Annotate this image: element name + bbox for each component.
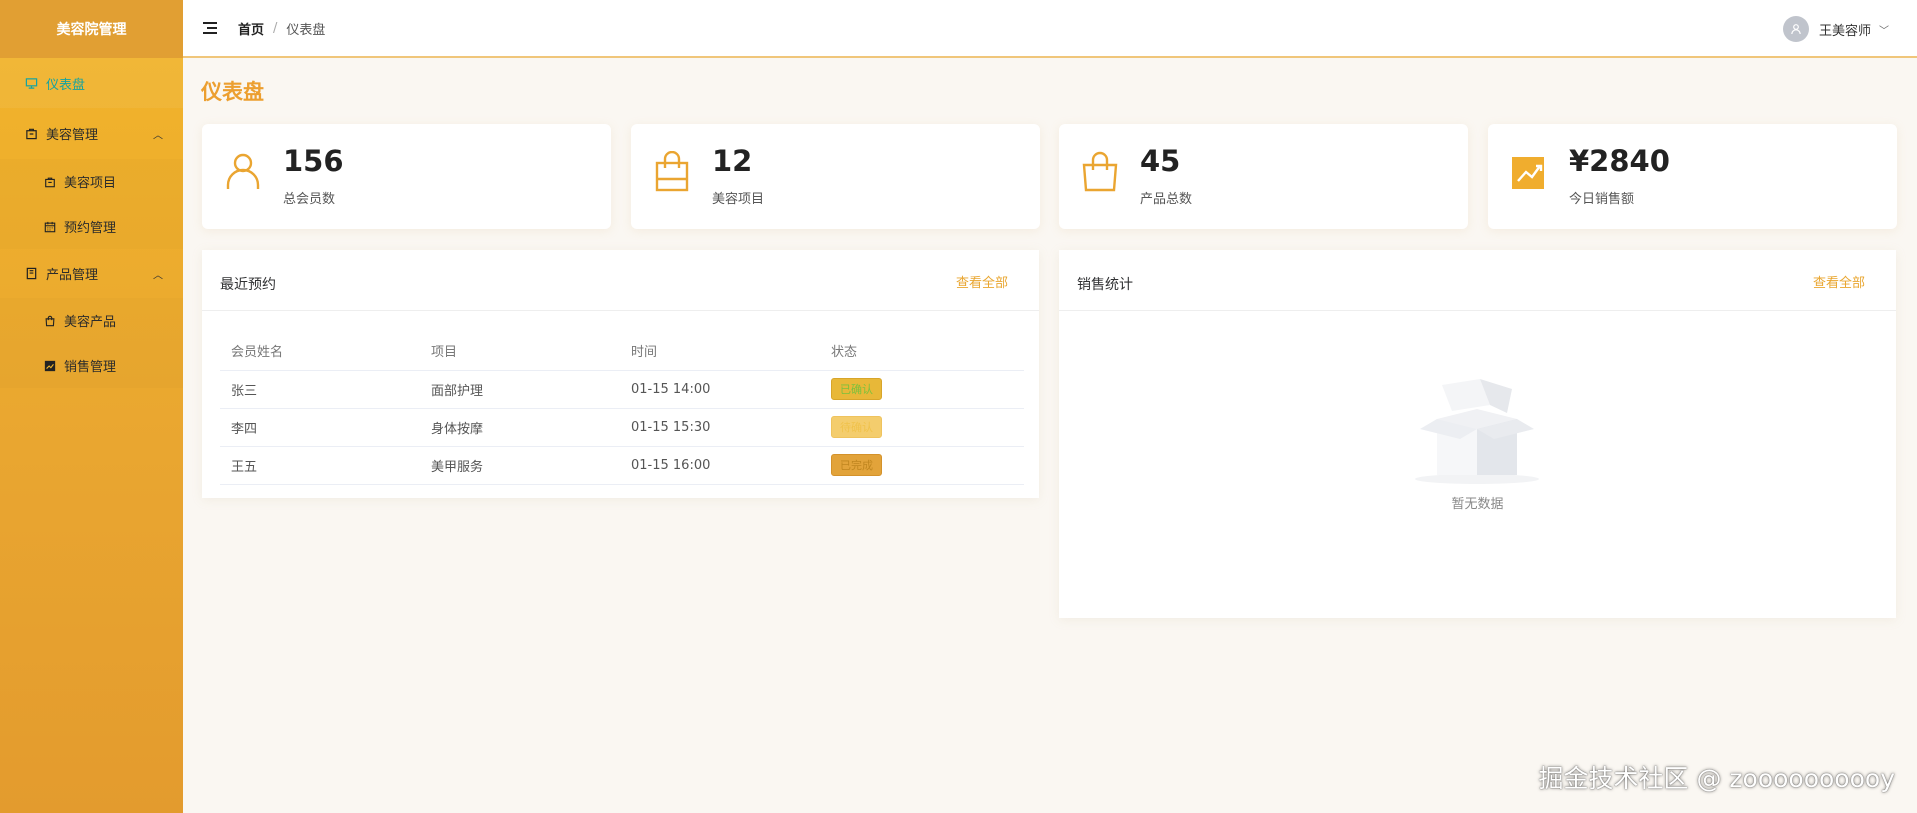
empty-state-text: 暂无数据 (1451, 497, 1504, 512)
sidebar-item-dashboard[interactable]: 仪表盘 (0, 58, 183, 108)
user-icon (226, 153, 260, 189)
status-badge: 待确认 (831, 416, 882, 438)
appointments-table: 会员姓名 项目 时间 状态 张三 面部护理 01-15 14:00 已确认 李四… (220, 332, 1024, 485)
shopping-bag-icon (43, 314, 57, 328)
trend-chart-icon (43, 359, 57, 373)
status-badge: 已确认 (831, 378, 882, 400)
bag-icon (655, 151, 689, 192)
stat-value: 45 (1140, 144, 1181, 178)
user-dropdown[interactable]: 王美容师 ﹀ (1782, 16, 1889, 42)
stat-label: 总会员数 (283, 192, 336, 207)
notebook-icon (24, 267, 38, 281)
sidebar-item-beauty-products[interactable]: 美容产品 (0, 298, 183, 343)
panel-title: 销售统计 (1077, 277, 1133, 293)
sidebar: 美容院管理 仪表盘 美容管理 ︿ 美容项目 预约管理 产品管理 ︿ 美容产品 销… (0, 0, 183, 813)
panel-header: 销售统计 查看全部 (1059, 250, 1896, 311)
column-header: 状态 (820, 332, 1024, 371)
monitor-icon (24, 76, 38, 90)
sidebar-item-appointments[interactable]: 预约管理 (0, 204, 183, 249)
sidebar-item-label: 销售管理 (64, 360, 117, 375)
submenu-beauty: 美容项目 预约管理 (0, 159, 183, 249)
column-header: 项目 (420, 332, 620, 371)
sales-stats-panel: 销售统计 查看全部 暂无数据 (1059, 250, 1896, 618)
chevron-up-icon: ︿ (153, 130, 163, 141)
user-name: 王美容师 (1818, 23, 1871, 39)
sidebar-item-sales[interactable]: 销售管理 (0, 343, 183, 388)
sidebar-menu: 仪表盘 美容管理 ︿ 美容项目 预约管理 产品管理 ︿ 美容产品 销售管理 (0, 58, 183, 388)
calendar-icon (43, 220, 57, 234)
stat-card-projects: 12 美容项目 (631, 124, 1040, 229)
column-header: 会员姓名 (220, 332, 420, 371)
stat-label: 产品总数 (1140, 192, 1193, 207)
sidebar-item-beauty-projects[interactable]: 美容项目 (0, 159, 183, 204)
sidebar-item-label: 美容项目 (64, 176, 117, 191)
trend-chart-icon (1512, 157, 1544, 189)
menu-toggle-icon[interactable] (203, 20, 219, 36)
panel-title: 最近预约 (220, 277, 276, 293)
member-name: 张三 (220, 370, 420, 409)
stat-value: 156 (283, 144, 344, 178)
view-all-link[interactable]: 查看全部 (956, 272, 1008, 291)
column-header: 时间 (620, 332, 820, 371)
sidebar-item-label: 预约管理 (64, 221, 117, 236)
project-cell: 面部护理 (420, 370, 620, 409)
table-row[interactable]: 张三 面部护理 01-15 14:00 已确认 (220, 370, 1024, 409)
sidebar-item-label: 仪表盘 (46, 77, 86, 93)
project-cell: 美甲服务 (420, 446, 620, 485)
breadcrumb-current: 仪表盘 (286, 22, 326, 38)
table-header-row: 会员姓名 项目 时间 状态 (220, 332, 1024, 371)
view-all-link[interactable]: 查看全部 (1813, 272, 1865, 291)
sidebar-item-label: 美容管理 (46, 128, 99, 143)
stat-card-sales: ¥2840 今日销售额 (1488, 124, 1897, 229)
time-cell: 01-15 14:00 (620, 370, 820, 409)
page-title: 仪表盘 (201, 80, 264, 104)
stat-card-members: 156 总会员数 (202, 124, 611, 229)
shopping-bag-icon (1082, 151, 1118, 192)
watermark: 掘金技术社区 @ zoooooooooy (1538, 764, 1895, 793)
empty-box-icon (1415, 379, 1539, 484)
stat-label: 今日销售额 (1569, 192, 1635, 207)
table-row[interactable]: 李四 身体按摩 01-15 15:30 待确认 (220, 408, 1024, 447)
breadcrumb: 首页 / 仪表盘 (238, 19, 325, 38)
status-badge: 已完成 (831, 454, 882, 476)
stat-value: 12 (712, 144, 753, 178)
table-row[interactable]: 王五 美甲服务 01-15 16:00 已完成 (220, 446, 1024, 485)
sidebar-item-label: 产品管理 (46, 268, 99, 283)
recent-appointments-panel: 最近预约 查看全部 会员姓名 项目 时间 状态 张三 面部护理 01-15 14… (202, 250, 1039, 498)
project-cell: 身体按摩 (420, 408, 620, 447)
member-name: 王五 (220, 446, 420, 485)
user-avatar-icon (1791, 24, 1801, 35)
submenu-product: 美容产品 销售管理 (0, 298, 183, 388)
top-header: 首页 / 仪表盘 王美容师 ﹀ (183, 0, 1917, 58)
stat-card-products: 45 产品总数 (1059, 124, 1468, 229)
chevron-down-icon: ﹀ (1879, 25, 1889, 37)
chevron-up-icon: ︿ (153, 270, 163, 281)
panel-header: 最近预约 查看全部 (202, 250, 1039, 311)
member-name: 李四 (220, 408, 420, 447)
avatar (1782, 16, 1809, 42)
breadcrumb-separator: / (273, 20, 278, 36)
bag-icon (24, 127, 38, 141)
sidebar-item-label: 美容产品 (64, 315, 117, 330)
time-cell: 01-15 16:00 (620, 446, 820, 485)
app-logo[interactable]: 美容院管理 (0, 0, 183, 58)
sidebar-item-beauty-management[interactable]: 美容管理 ︿ (0, 108, 183, 159)
bag-icon (43, 175, 57, 189)
stat-label: 美容项目 (712, 192, 765, 207)
time-cell: 01-15 15:30 (620, 408, 820, 447)
breadcrumb-home-link[interactable]: 首页 (238, 19, 264, 38)
stat-value: ¥2840 (1569, 144, 1670, 178)
sidebar-item-product-management[interactable]: 产品管理 ︿ (0, 249, 183, 298)
